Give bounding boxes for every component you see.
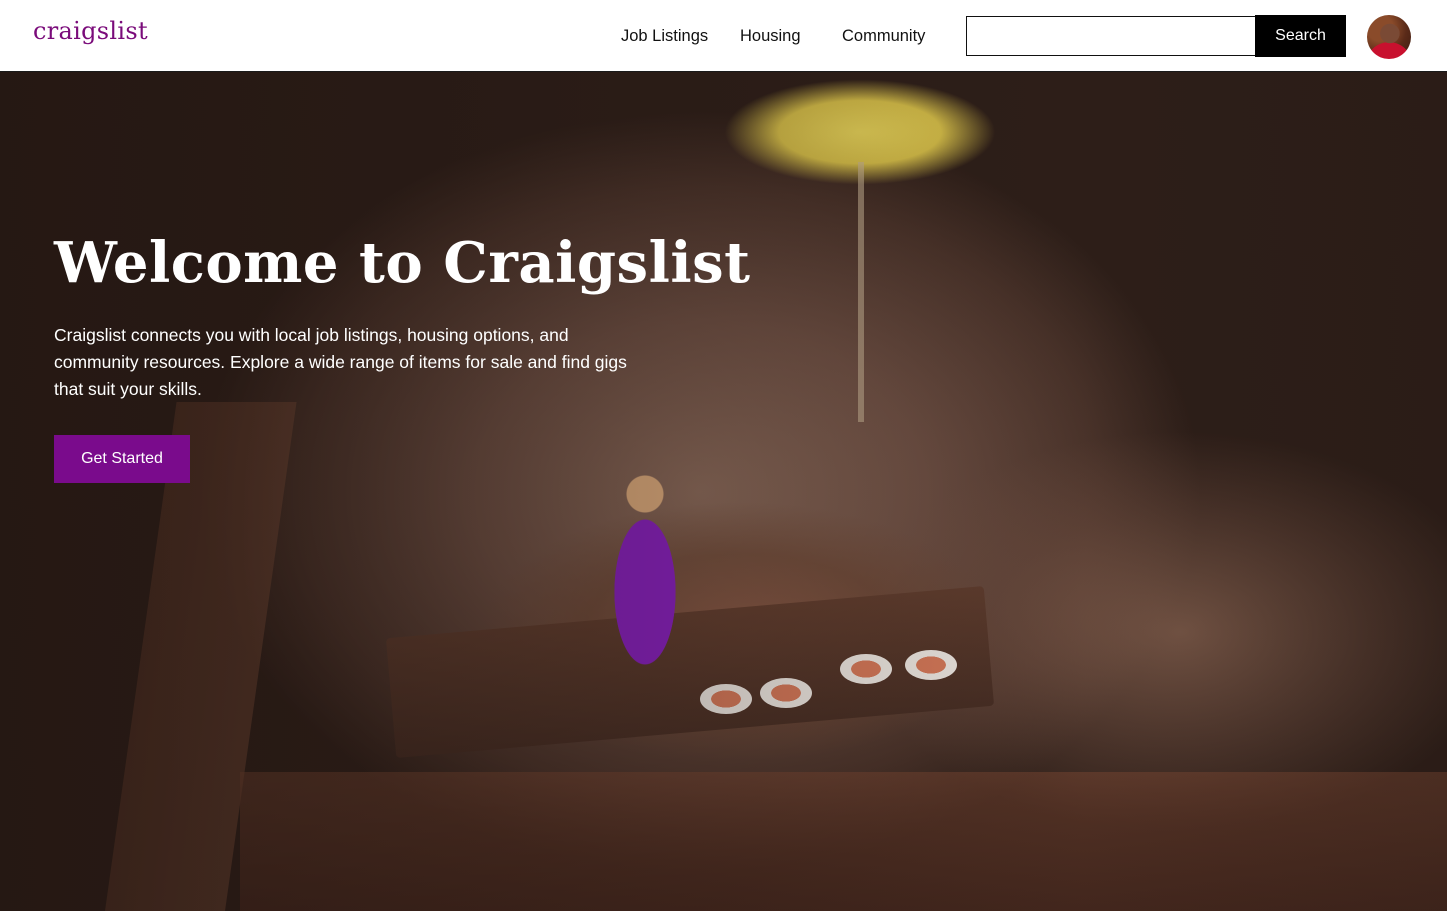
craigslist-logo[interactable]: craigslist [33, 17, 148, 45]
nav-community[interactable]: Community [842, 27, 925, 46]
hero-overlay [0, 72, 1447, 911]
search-button[interactable]: Search [1255, 15, 1346, 57]
hero-title: Welcome to Craigslist [54, 230, 751, 296]
nav-job-listings[interactable]: Job Listings [621, 27, 708, 46]
search-input[interactable] [966, 16, 1256, 56]
site-header: craigslist Job Listings Housing Communit… [0, 0, 1447, 72]
hero-description: Craigslist connects you with local job l… [54, 325, 627, 399]
get-started-button[interactable]: Get Started [54, 435, 190, 483]
nav-housing[interactable]: Housing [740, 27, 801, 46]
user-avatar[interactable] [1367, 15, 1411, 59]
hero-section: Welcome to Craigslist Craigslist connect… [0, 72, 1447, 911]
